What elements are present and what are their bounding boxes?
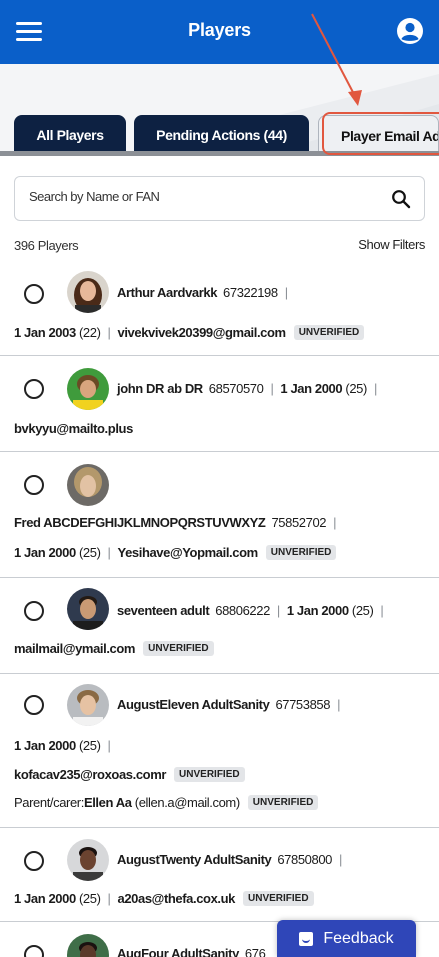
separator: | bbox=[380, 603, 384, 618]
select-radio[interactable] bbox=[24, 601, 44, 621]
player-email: vivekvivek20399@gmail.com bbox=[117, 325, 287, 340]
separator: | bbox=[107, 545, 111, 560]
player-email: a20as@thefa.cox.uk bbox=[117, 891, 236, 906]
player-email: Yesihave@Yopmail.com bbox=[117, 545, 259, 560]
status-badge: UNVERIFIED bbox=[243, 891, 314, 906]
player-name[interactable]: AugustTwenty AdultSanity bbox=[117, 852, 272, 867]
player-row[interactable]: Fred ABCDEFGHIJKLMNOPQRSTUVWXYZ 75852702… bbox=[0, 452, 439, 578]
player-count: 396 Players bbox=[14, 238, 79, 253]
player-row[interactable]: AugustEleven AdultSanity 67753858 | 1 Ja… bbox=[0, 674, 439, 828]
select-radio[interactable] bbox=[24, 945, 44, 957]
avatar bbox=[67, 368, 109, 410]
separator: | bbox=[338, 852, 342, 867]
player-age: (25) bbox=[351, 603, 374, 618]
status-badge: UNVERIFIED bbox=[293, 325, 365, 340]
avatar bbox=[67, 464, 109, 506]
player-name[interactable]: Arthur Aardvarkk bbox=[117, 285, 217, 300]
player-fan: 676 bbox=[244, 946, 266, 957]
annotation-arrow bbox=[311, 13, 362, 106]
player-row[interactable]: Arthur Aardvarkk 67322198 | 1 Jan 2003 (… bbox=[0, 256, 439, 356]
app-header: Players bbox=[0, 0, 439, 64]
player-row[interactable]: AugustTwenty AdultSanity 67850800 | 1 Ja… bbox=[0, 828, 439, 922]
player-name[interactable]: AugustEleven AdultSanity bbox=[117, 697, 270, 712]
status-badge: UNVERIFIED bbox=[174, 767, 245, 782]
feedback-button[interactable]: Feedback bbox=[277, 920, 416, 957]
separator: | bbox=[107, 325, 111, 340]
select-radio[interactable] bbox=[24, 379, 44, 399]
player-dob: 1 Jan 2000 bbox=[14, 891, 76, 906]
status-badge: UNVERIFIED bbox=[265, 545, 337, 560]
account-icon[interactable] bbox=[396, 17, 424, 45]
player-name[interactable]: john DR ab DR bbox=[117, 381, 203, 396]
avatar bbox=[67, 839, 109, 881]
player-row[interactable]: seventeen adult 68806222 | 1 Jan 2000 (2… bbox=[0, 578, 439, 674]
player-row[interactable]: john DR ab DR 68570570 | 1 Jan 2000 (25)… bbox=[0, 356, 439, 452]
feedback-label: Feedback bbox=[323, 929, 394, 947]
parent-label: Parent/carer: bbox=[14, 795, 84, 810]
player-age: (25) bbox=[79, 891, 101, 906]
search-input[interactable] bbox=[29, 189, 369, 204]
player-fan: 68570570 bbox=[208, 381, 264, 396]
player-email: mailmail@ymail.com bbox=[14, 641, 136, 656]
separator: | bbox=[337, 697, 341, 712]
player-fan: 67753858 bbox=[275, 697, 331, 712]
player-dob: 1 Jan 2000 bbox=[280, 381, 343, 396]
player-dob: 1 Jan 2000 bbox=[14, 738, 76, 753]
show-filters-button[interactable]: Show Filters bbox=[358, 237, 425, 252]
player-age: (22) bbox=[79, 325, 101, 340]
player-dob: 1 Jan 2003 bbox=[14, 325, 76, 340]
player-email: kofacav235@roxoas.comr bbox=[14, 767, 167, 782]
player-dob: 1 Jan 2000 bbox=[286, 603, 349, 618]
player-fan: 67322198 bbox=[223, 285, 278, 300]
separator: | bbox=[107, 891, 111, 906]
separator: | bbox=[270, 381, 274, 396]
parent-status-badge: UNVERIFIED bbox=[247, 795, 319, 810]
separator: | bbox=[107, 738, 111, 753]
player-name[interactable]: seventeen adult bbox=[117, 603, 210, 618]
annotation-highlight bbox=[322, 112, 439, 155]
page-title: Players bbox=[188, 20, 251, 40]
feedback-icon bbox=[299, 931, 314, 946]
select-radio[interactable] bbox=[24, 851, 44, 871]
search-box bbox=[14, 176, 425, 221]
avatar bbox=[67, 588, 109, 630]
parent-email: (ellen.a@mail.com) bbox=[134, 795, 240, 810]
player-name[interactable]: AugFour AdultSanity bbox=[117, 946, 239, 957]
separator: | bbox=[333, 515, 337, 530]
player-fan: 75852702 bbox=[271, 515, 327, 530]
select-radio[interactable] bbox=[24, 284, 44, 304]
player-age: (25) bbox=[79, 545, 101, 560]
player-dob: 1 Jan 2000 bbox=[14, 545, 76, 560]
avatar bbox=[67, 684, 109, 726]
player-email: bvkyyu@mailto.plus bbox=[14, 421, 133, 436]
avatar bbox=[67, 271, 109, 313]
search-icon[interactable] bbox=[391, 189, 411, 209]
separator: | bbox=[373, 381, 377, 396]
status-badge: UNVERIFIED bbox=[143, 641, 214, 656]
player-name[interactable]: Fred ABCDEFGHIJKLMNOPQRSTUVWXYZ bbox=[14, 515, 266, 530]
separator: | bbox=[284, 285, 288, 300]
player-age: (25) bbox=[79, 738, 101, 753]
player-age: (25) bbox=[345, 381, 367, 396]
separator: | bbox=[276, 603, 280, 618]
select-radio[interactable] bbox=[24, 695, 44, 715]
parent-name: Ellen Aa bbox=[83, 795, 132, 810]
player-fan: 67850800 bbox=[277, 852, 332, 867]
tab-pending-actions[interactable]: Pending Actions (44) bbox=[134, 115, 309, 155]
avatar bbox=[67, 934, 109, 957]
tab-all-players[interactable]: All Players bbox=[14, 115, 126, 155]
select-radio[interactable] bbox=[24, 475, 44, 495]
player-fan: 68806222 bbox=[215, 603, 270, 618]
